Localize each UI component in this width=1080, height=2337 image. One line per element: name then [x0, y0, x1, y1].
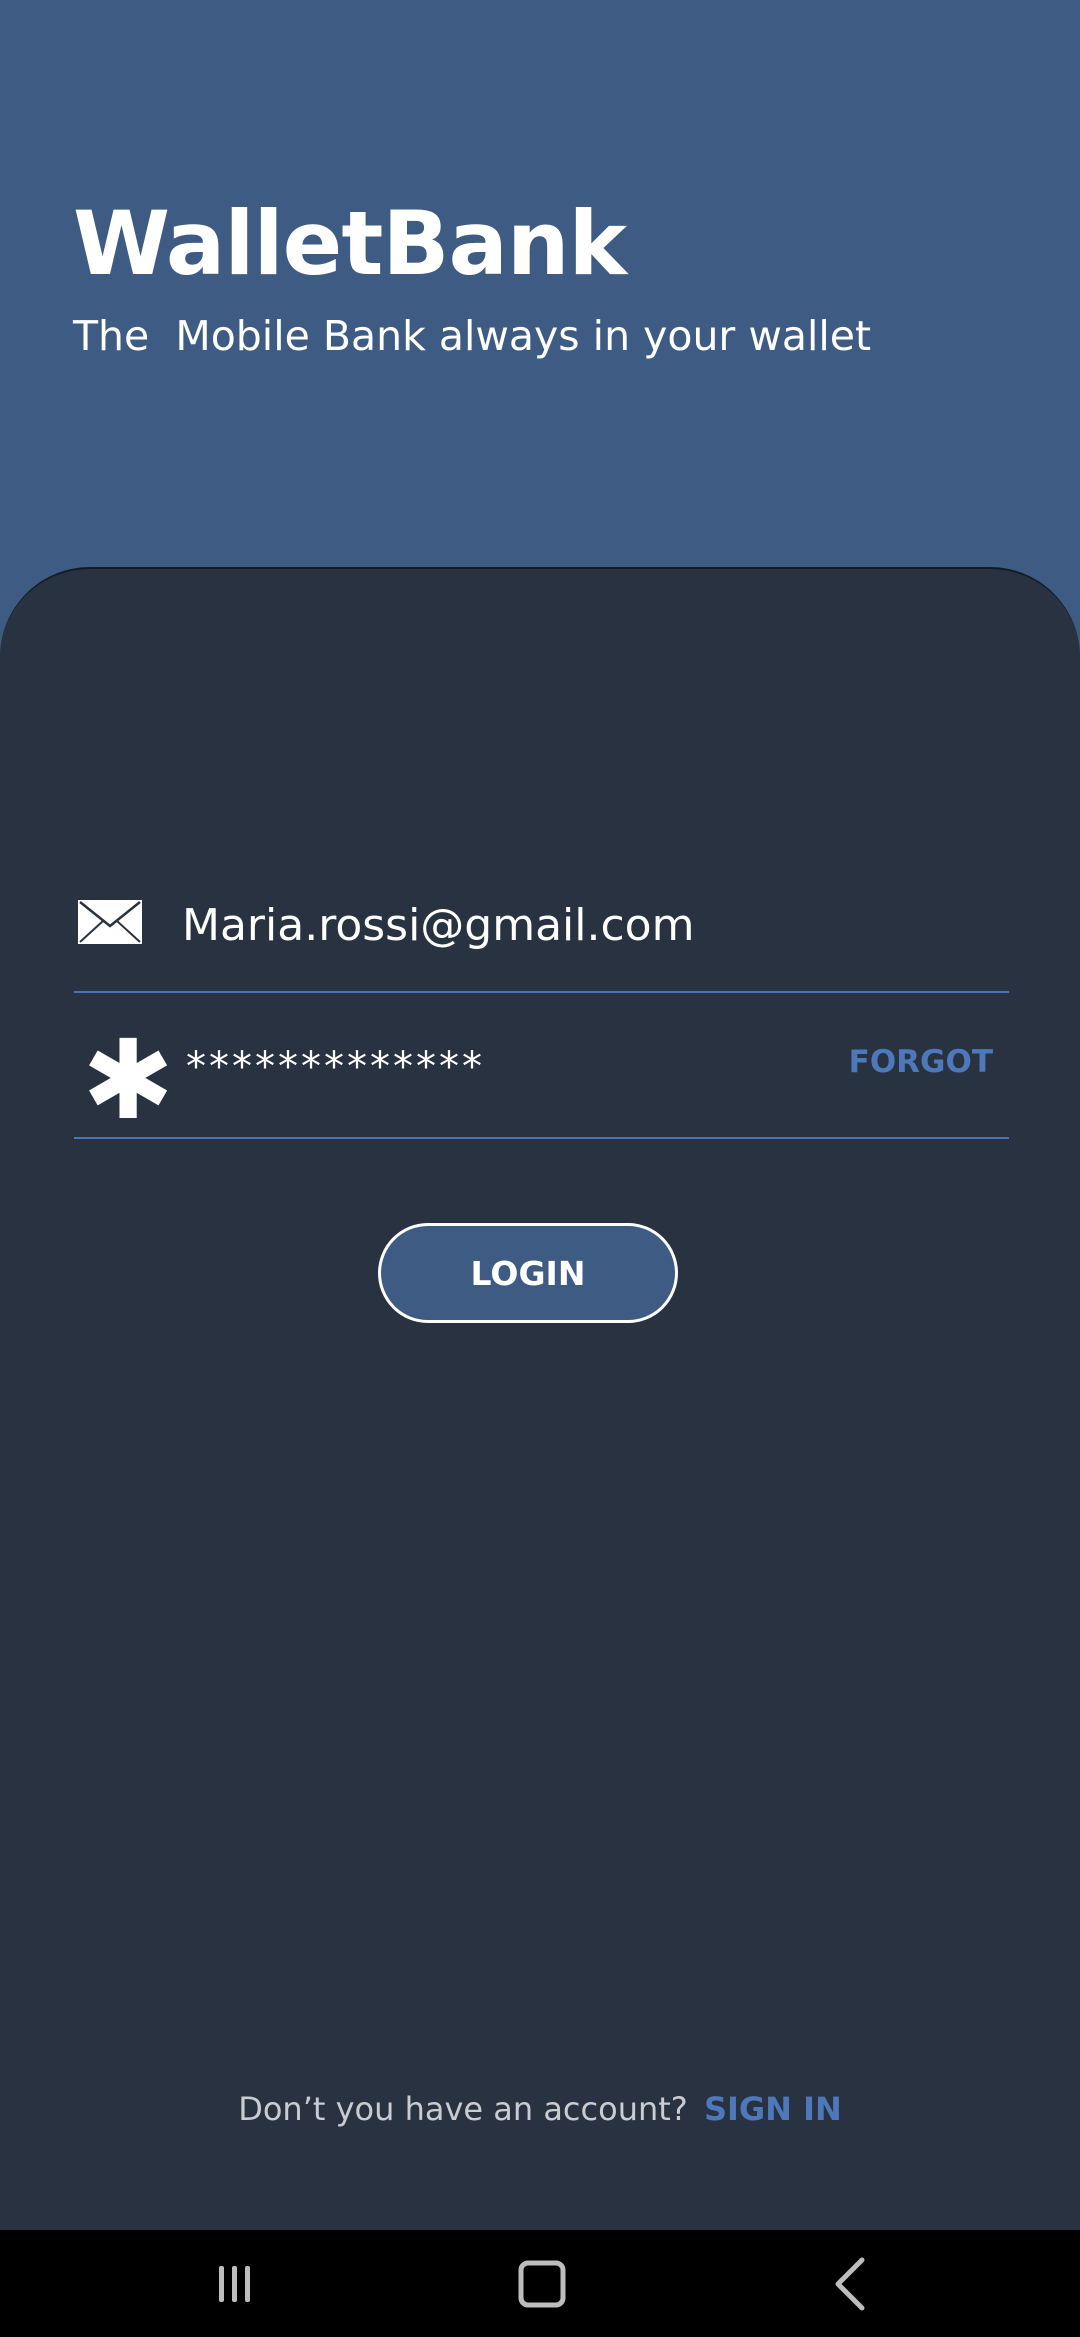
back-icon	[835, 2257, 865, 2310]
asterisk-icon: ✱	[82, 1016, 175, 1144]
forgot-password-link[interactable]: FORGOT	[849, 1047, 993, 1078]
header: WalletBank The Mobile Bank always in you…	[0, 0, 1080, 620]
mail-icon	[78, 900, 142, 944]
app-title: WalletBank	[73, 192, 627, 295]
login-card	[0, 567, 1080, 2230]
password-field[interactable]: ✱ ************* FORGOT	[74, 995, 1009, 1139]
home-button[interactable]	[462, 2230, 622, 2337]
app-subtitle: The Mobile Bank always in your wallet	[73, 312, 872, 360]
login-button[interactable]: LOGIN	[378, 1223, 678, 1323]
signup-prompt: Don’t you have an account?	[238, 2090, 688, 2128]
recent-apps-icon	[219, 2265, 250, 2302]
email-input[interactable]: Maria.rossi@gmail.com	[182, 904, 694, 948]
email-field[interactable]: Maria.rossi@gmail.com	[74, 860, 1009, 993]
system-nav-bar	[0, 2230, 1080, 2337]
signup-row: Don’t you have an account? SIGN IN	[0, 2093, 1080, 2125]
home-icon	[518, 2260, 566, 2307]
sign-in-link[interactable]: SIGN IN	[704, 2090, 842, 2128]
password-input[interactable]: *************	[186, 1047, 485, 1087]
recent-apps-button[interactable]	[155, 2230, 315, 2337]
back-button[interactable]	[770, 2230, 930, 2337]
